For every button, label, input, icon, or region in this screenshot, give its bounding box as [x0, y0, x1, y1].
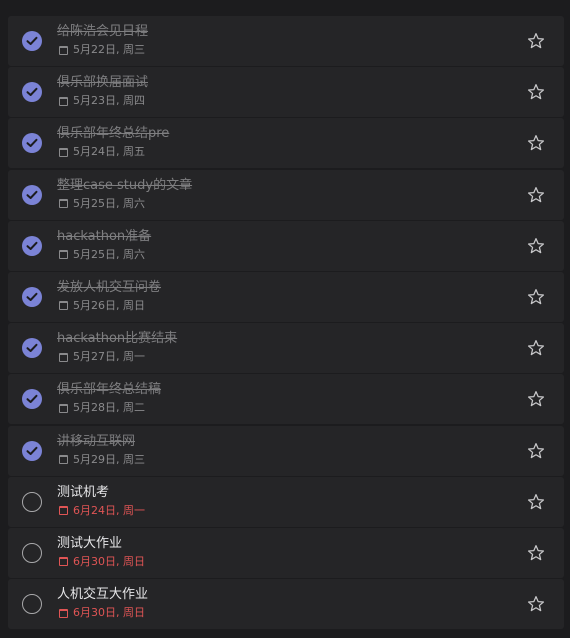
task-due-date: 5月27日, 周一: [59, 350, 145, 364]
task-due-date: 5月29日, 周三: [59, 453, 145, 467]
task-due-date-text: 5月25日, 周六: [73, 196, 145, 210]
task-checkbox[interactable]: [22, 542, 42, 563]
star-icon[interactable]: [526, 543, 546, 563]
task-list: 给陈浩会见日程 5月22日, 周三俱乐部换届面试 5月23日, 周四俱乐部年终总结p…: [8, 16, 564, 630]
star-icon[interactable]: [526, 389, 546, 409]
task-row[interactable]: 人机交互大作业 6月30日, 周日: [8, 579, 564, 630]
check-icon: [26, 87, 38, 97]
task-title: 给陈浩会见日程: [57, 24, 149, 39]
task-row[interactable]: 俱乐部换届面试 5月23日, 周四: [8, 67, 564, 118]
task-title: 俱乐部年终总结稿: [57, 382, 162, 398]
task-due-date-text: 5月26日, 周日: [73, 298, 145, 312]
task-due-date-text: 6月24日, 周一: [73, 503, 145, 517]
task-title: 讲移动互联网: [57, 433, 136, 449]
task-title: 俱乐部换届面试: [57, 75, 149, 91]
completed-checkbox[interactable]: [22, 286, 42, 307]
task-due-date: 5月25日, 周六: [59, 197, 145, 211]
calendar-icon: [59, 96, 68, 106]
check-icon: [26, 395, 38, 404]
task-due-date-text: 5月23日, 周四: [73, 94, 145, 108]
check-icon: [26, 343, 38, 353]
task-due-date: 5月28日, 周二: [59, 401, 145, 415]
completed-checkbox[interactable]: [22, 133, 42, 154]
task-due-date-text: 5月29日, 周三: [73, 452, 145, 466]
task-row[interactable]: 整理case study的文章 5月25日, 周六: [8, 169, 564, 220]
task-due-date-text: 5月25日, 周六: [73, 247, 145, 261]
task-title: 发放人机交互问卷: [57, 279, 162, 295]
calendar-icon: [59, 506, 68, 516]
check-icon: [26, 446, 38, 455]
calendar-icon: [59, 608, 68, 618]
task-due-date-text: 6月30日, 周日: [73, 606, 145, 620]
calendar-icon: [59, 403, 68, 413]
task-due-date: 6月30日, 周日: [59, 555, 145, 569]
completed-checkbox[interactable]: [22, 338, 42, 359]
task-due-date: 5月24日, 周五: [59, 145, 145, 159]
task-due-date: 5月22日, 周三: [59, 43, 145, 57]
check-icon: [26, 36, 38, 45]
task-row[interactable]: 讲移动互联网 5月29日, 周三: [8, 425, 564, 476]
task-title: 测试大作业: [57, 535, 123, 551]
task-due-date-text: 5月22日, 周三: [73, 43, 145, 56]
calendar-icon: [59, 301, 68, 311]
check-icon: [26, 139, 38, 148]
calendar-icon: [59, 45, 68, 55]
task-due-date-text: 5月24日, 周五: [73, 145, 145, 159]
task-title: 人机交互大作业: [57, 587, 149, 603]
check-icon: [26, 190, 38, 199]
task-checkbox[interactable]: [22, 491, 42, 512]
completed-checkbox[interactable]: [22, 82, 42, 103]
star-icon[interactable]: [526, 236, 546, 256]
task-due-date: 5月23日, 周四: [59, 94, 145, 108]
completed-checkbox[interactable]: [22, 440, 42, 461]
task-row[interactable]: 俱乐部年终总结pre 5月24日, 周五: [8, 118, 564, 169]
star-icon[interactable]: [526, 82, 546, 102]
task-title: 测试机考: [57, 484, 110, 500]
task-row[interactable]: 俱乐部年终总结稿 5月28日, 周二: [8, 374, 564, 425]
check-icon: [26, 292, 38, 301]
star-icon[interactable]: [526, 594, 546, 614]
task-row[interactable]: hackathon准备 5月25日, 周六: [8, 220, 564, 271]
task-title: 整理case study的文章: [57, 177, 193, 193]
calendar-icon: [59, 199, 68, 209]
star-icon[interactable]: [526, 185, 546, 205]
completed-checkbox[interactable]: [22, 235, 42, 256]
star-icon[interactable]: [526, 133, 546, 153]
check-icon: [26, 241, 38, 250]
star-icon[interactable]: [526, 287, 546, 307]
star-icon[interactable]: [526, 338, 546, 358]
task-row[interactable]: 给陈浩会见日程 5月22日, 周三: [8, 16, 564, 66]
task-checkbox[interactable]: [22, 594, 42, 615]
task-due-date: 6月24日, 周一: [59, 504, 145, 518]
completed-checkbox[interactable]: [22, 389, 42, 410]
task-row[interactable]: hackathon比赛结束 5月27日, 周一: [8, 323, 564, 374]
star-icon[interactable]: [526, 441, 546, 461]
completed-checkbox[interactable]: [22, 31, 42, 51]
task-title: 俱乐部年终总结pre: [57, 126, 170, 142]
task-due-date: 6月30日, 周日: [59, 606, 145, 620]
calendar-icon: [59, 250, 68, 260]
completed-checkbox[interactable]: [22, 184, 42, 205]
task-due-date-text: 5月27日, 周一: [73, 350, 145, 364]
calendar-icon: [59, 352, 68, 362]
task-due-date-text: 5月28日, 周二: [73, 401, 145, 415]
task-row[interactable]: 测试大作业 6月30日, 周日: [8, 527, 564, 578]
calendar-icon: [59, 455, 68, 464]
star-icon[interactable]: [526, 492, 546, 512]
task-due-date: 5月26日, 周日: [59, 299, 145, 313]
calendar-icon: [59, 147, 68, 157]
task-due-date: 5月25日, 周六: [59, 248, 145, 262]
task-row[interactable]: 发放人机交互问卷 5月26日, 周日: [8, 271, 564, 322]
calendar-icon: [59, 557, 68, 567]
task-due-date-text: 6月30日, 周日: [73, 554, 145, 568]
task-row[interactable]: 测试机考 6月24日, 周一: [8, 476, 564, 527]
task-title: hackathon比赛结束: [57, 331, 178, 347]
task-title: hackathon准备: [57, 228, 152, 244]
star-icon[interactable]: [526, 31, 546, 51]
